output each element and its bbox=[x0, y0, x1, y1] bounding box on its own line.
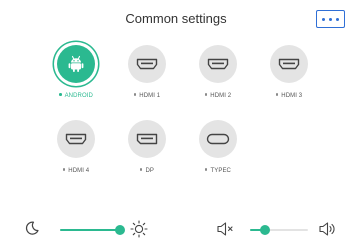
source-hdmi2-button[interactable]: HDMI 2 bbox=[186, 45, 250, 99]
more-dot-icon bbox=[329, 17, 332, 21]
hdmi-port-icon bbox=[278, 58, 300, 70]
common-settings-panel: Common settings ANDROID HDMI 1 HDMI 2 HD… bbox=[0, 0, 352, 241]
source-hdmi4-button[interactable]: HDMI 4 bbox=[44, 120, 108, 174]
source-label: HDMI 3 bbox=[257, 93, 321, 99]
android-icon bbox=[68, 55, 84, 72]
displayport-icon bbox=[136, 133, 158, 145]
source-label: ANDROID bbox=[44, 93, 108, 99]
source-label: HDMI 2 bbox=[186, 93, 250, 99]
speaker-mute-icon bbox=[217, 222, 233, 236]
source-label: HDMI 1 bbox=[115, 93, 179, 99]
sun-icon bbox=[130, 220, 148, 238]
source-hdmi1-button[interactable]: HDMI 1 bbox=[115, 45, 179, 99]
source-icon-circle bbox=[199, 120, 237, 158]
source-icon-circle bbox=[57, 120, 95, 158]
source-icon-circle bbox=[128, 45, 166, 83]
source-label: TYPEC bbox=[186, 168, 250, 174]
panel-title: Common settings bbox=[125, 11, 227, 26]
hdmi-port-icon bbox=[136, 58, 158, 70]
source-icon-circle bbox=[199, 45, 237, 83]
usb-c-port-icon bbox=[206, 133, 230, 145]
brightness-slider-fill bbox=[60, 229, 120, 231]
brightness-slider-thumb[interactable] bbox=[115, 225, 125, 235]
speaker-loud-icon bbox=[319, 222, 335, 236]
source-label: DP bbox=[115, 168, 179, 174]
source-typec-button[interactable]: TYPEC bbox=[186, 120, 250, 174]
hdmi-port-icon bbox=[207, 58, 229, 70]
volume-slider[interactable] bbox=[250, 225, 308, 235]
hdmi-port-icon bbox=[65, 133, 87, 145]
source-dp-button[interactable]: DP bbox=[115, 120, 179, 174]
more-options-button[interactable] bbox=[316, 10, 345, 28]
brightness-slider[interactable] bbox=[60, 225, 125, 235]
source-icon-circle bbox=[57, 45, 95, 83]
more-dot-icon bbox=[335, 17, 339, 21]
source-android-button[interactable]: ANDROID bbox=[44, 45, 108, 99]
source-icon-circle bbox=[128, 120, 166, 158]
volume-slider-thumb[interactable] bbox=[259, 225, 270, 235]
source-label: HDMI 4 bbox=[44, 168, 108, 174]
moon-icon bbox=[25, 221, 39, 235]
source-hdmi3-button[interactable]: HDMI 3 bbox=[257, 45, 321, 99]
source-icon-circle bbox=[270, 45, 308, 83]
more-dot-icon bbox=[322, 17, 326, 21]
